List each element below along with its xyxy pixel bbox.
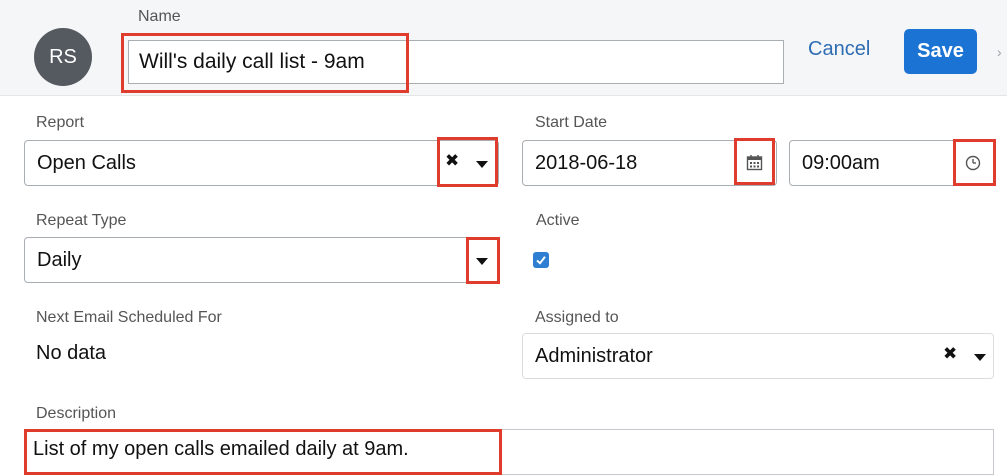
description-label: Description (36, 405, 117, 422)
repeat-type-select[interactable]: Daily (24, 237, 499, 283)
next-email-label: Next Email Scheduled For (36, 309, 222, 326)
next-email-value: No data (36, 342, 107, 364)
assigned-to-value: Administrator (535, 345, 653, 367)
repeat-type-label: Repeat Type (36, 212, 127, 229)
highlight-description (24, 429, 502, 475)
highlight-report-controls (437, 137, 498, 187)
report-select[interactable]: Open Calls ✖ (24, 140, 499, 186)
repeat-type-value: Daily (37, 249, 82, 271)
highlight-name (121, 33, 409, 93)
assigned-to-label: Assigned to (535, 309, 619, 326)
highlight-clock (953, 139, 996, 186)
checkmark-icon (536, 256, 546, 265)
start-date-value: 2018-06-18 (535, 152, 638, 174)
save-button[interactable]: Save (904, 29, 977, 74)
assigned-to-select[interactable]: Administrator ✖ (522, 333, 994, 379)
report-label: Report (36, 114, 85, 131)
clear-x-icon[interactable]: ✖ (943, 344, 957, 364)
start-date-label: Start Date (535, 114, 608, 131)
cancel-button[interactable]: Cancel (808, 38, 870, 61)
highlight-repeat-caret (466, 237, 500, 284)
avatar: RS (34, 28, 92, 86)
start-time-value: 09:00am (802, 152, 880, 174)
caret-down-icon[interactable] (974, 354, 986, 361)
highlight-calendar (734, 138, 775, 185)
active-label: Active (536, 212, 580, 229)
active-checkbox[interactable] (533, 252, 549, 268)
report-value: Open Calls (37, 152, 136, 174)
chevron-right-icon[interactable]: › (997, 44, 1002, 60)
name-label: Name (138, 8, 181, 25)
